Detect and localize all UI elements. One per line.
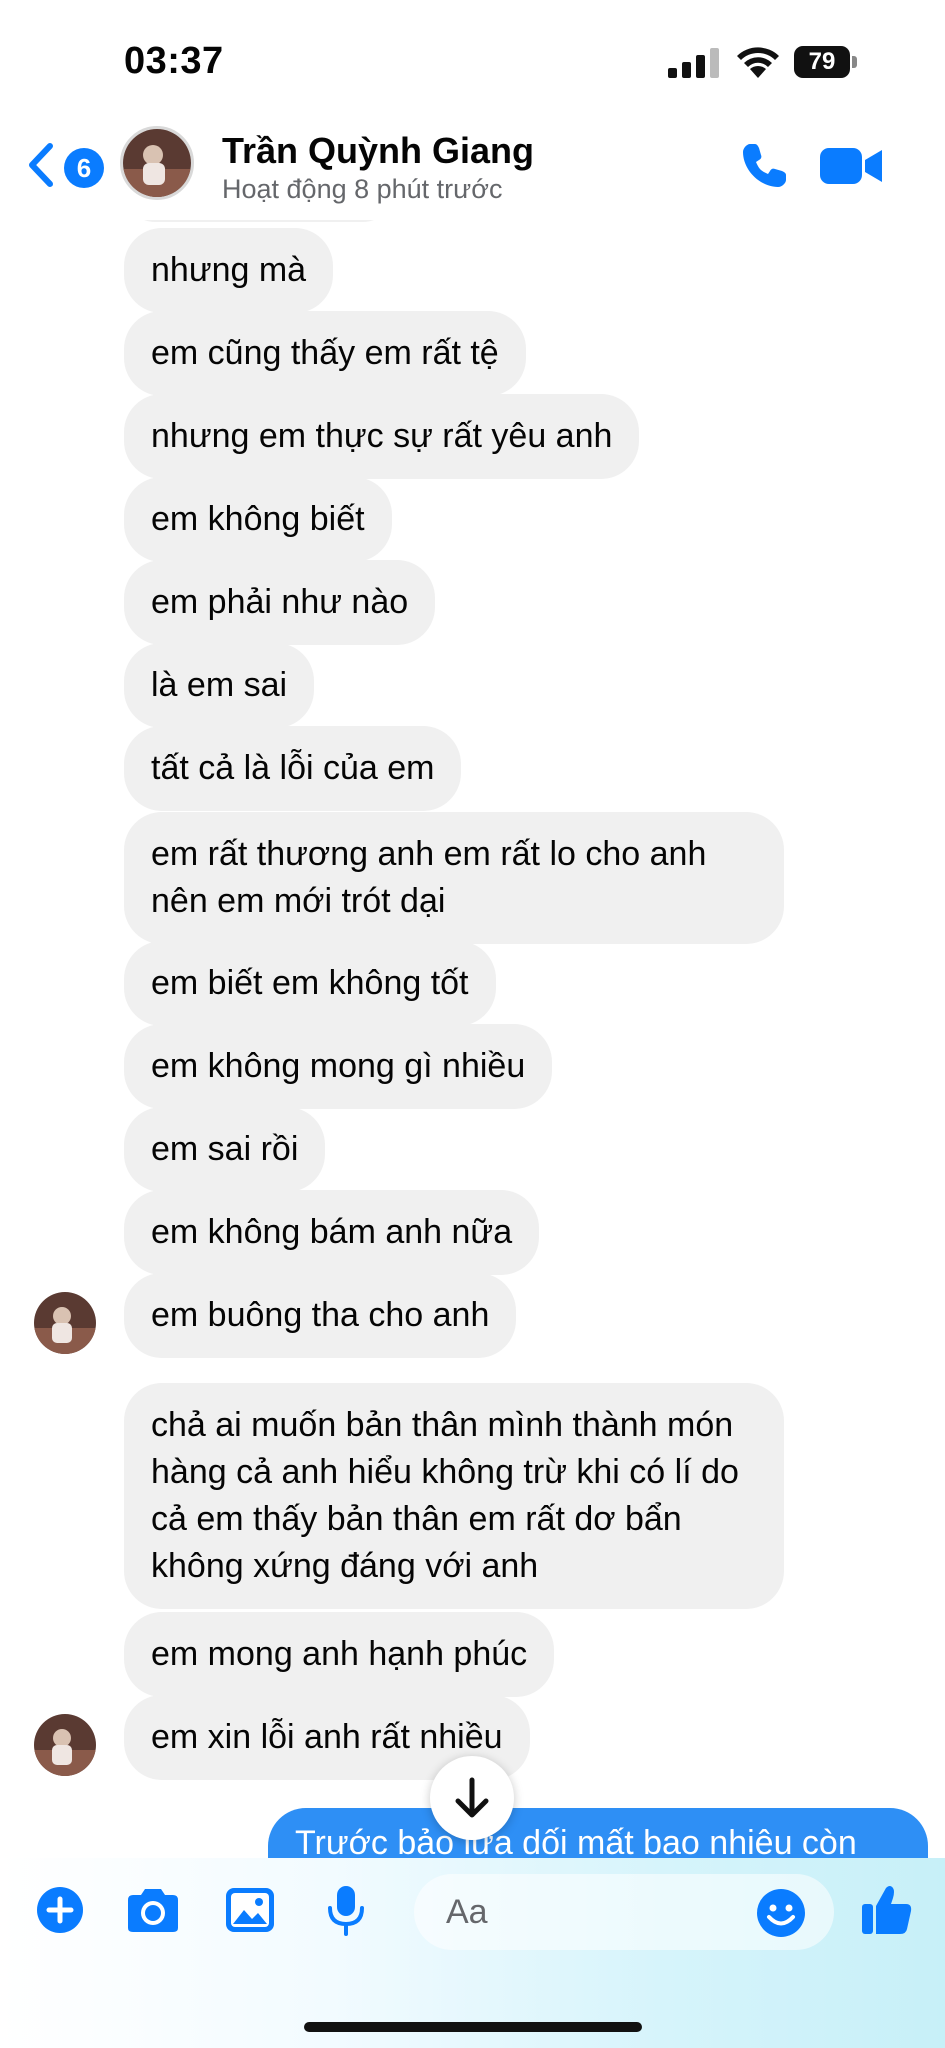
- contact-name[interactable]: Trần Quỳnh Giang: [222, 130, 534, 172]
- emoji-icon[interactable]: [756, 1888, 806, 1938]
- cellular-signal-icon: [668, 48, 719, 78]
- sender-avatar[interactable]: [34, 1292, 96, 1354]
- phone-call-icon[interactable]: [738, 140, 790, 192]
- unread-count-badge: 6: [64, 148, 104, 188]
- avatar-photo-icon: [123, 129, 191, 197]
- status-time: 03:37: [124, 40, 224, 82]
- message-bubble[interactable]: em rất thương anh em rất lo cho anh nên …: [124, 812, 784, 944]
- message-bubble[interactable]: chả ai muốn bản thân mình thành món hàng…: [124, 1383, 784, 1609]
- wifi-icon: [737, 47, 779, 78]
- message-bubble[interactable]: nhưng em thực sự rất yêu anh: [124, 394, 640, 479]
- status-bar: 03:37 79: [0, 0, 945, 120]
- message-bubble[interactable]: em không mong gì nhiều: [124, 1024, 553, 1109]
- back-button[interactable]: 6: [26, 136, 104, 196]
- contact-avatar[interactable]: [120, 126, 194, 200]
- gallery-icon[interactable]: [224, 1886, 276, 1934]
- message-bubble[interactable]: tất cả là lỗi của em: [124, 726, 462, 811]
- message-list[interactable]: nhưng mà em cũng thấy em rất tệ nhưng em…: [0, 200, 945, 1860]
- message-bubble[interactable]: em sai rồi: [124, 1107, 326, 1192]
- message-bubble[interactable]: em biết em không tốt: [124, 941, 496, 1026]
- arrow-down-icon: [455, 1777, 489, 1818]
- message-composer: [0, 1858, 945, 2048]
- video-call-icon[interactable]: [820, 144, 882, 188]
- message-bubble[interactable]: em cũng thấy em rất tệ: [124, 311, 526, 396]
- message-bubble[interactable]: em không biết: [124, 477, 392, 562]
- microphone-icon[interactable]: [326, 1884, 366, 1936]
- contact-active-status: Hoạt động 8 phút trước: [222, 174, 503, 204]
- message-bubble[interactable]: là em sai: [124, 643, 315, 728]
- sender-avatar[interactable]: [34, 1714, 96, 1776]
- plus-icon[interactable]: [36, 1886, 84, 1934]
- conversation-header: 6 Trần Quỳnh Giang Hoạt động 8 phút trướ…: [0, 120, 945, 220]
- message-bubble[interactable]: em mong anh hạnh phúc: [124, 1612, 555, 1697]
- scroll-to-bottom-button[interactable]: [430, 1756, 514, 1840]
- message-bubble[interactable]: em phải như nào: [124, 560, 436, 645]
- chevron-left-icon: [29, 143, 53, 187]
- avatar-photo-icon: [34, 1714, 96, 1776]
- sent-message-bubble[interactable]: Trước bảo lừa dối mất bao nhiêu còn: [268, 1808, 928, 1860]
- camera-icon[interactable]: [124, 1886, 182, 1934]
- message-bubble[interactable]: em buông tha cho anh: [124, 1273, 517, 1358]
- home-indicator: [304, 2022, 642, 2032]
- thumbs-up-icon[interactable]: [860, 1882, 914, 1936]
- battery-indicator: 79: [794, 46, 860, 78]
- avatar-photo-icon: [34, 1292, 96, 1354]
- battery-tip: [852, 56, 857, 68]
- message-bubble[interactable]: nhưng mà: [124, 228, 334, 313]
- battery-level: 79: [794, 46, 850, 78]
- message-bubble[interactable]: em không bám anh nữa: [124, 1190, 540, 1275]
